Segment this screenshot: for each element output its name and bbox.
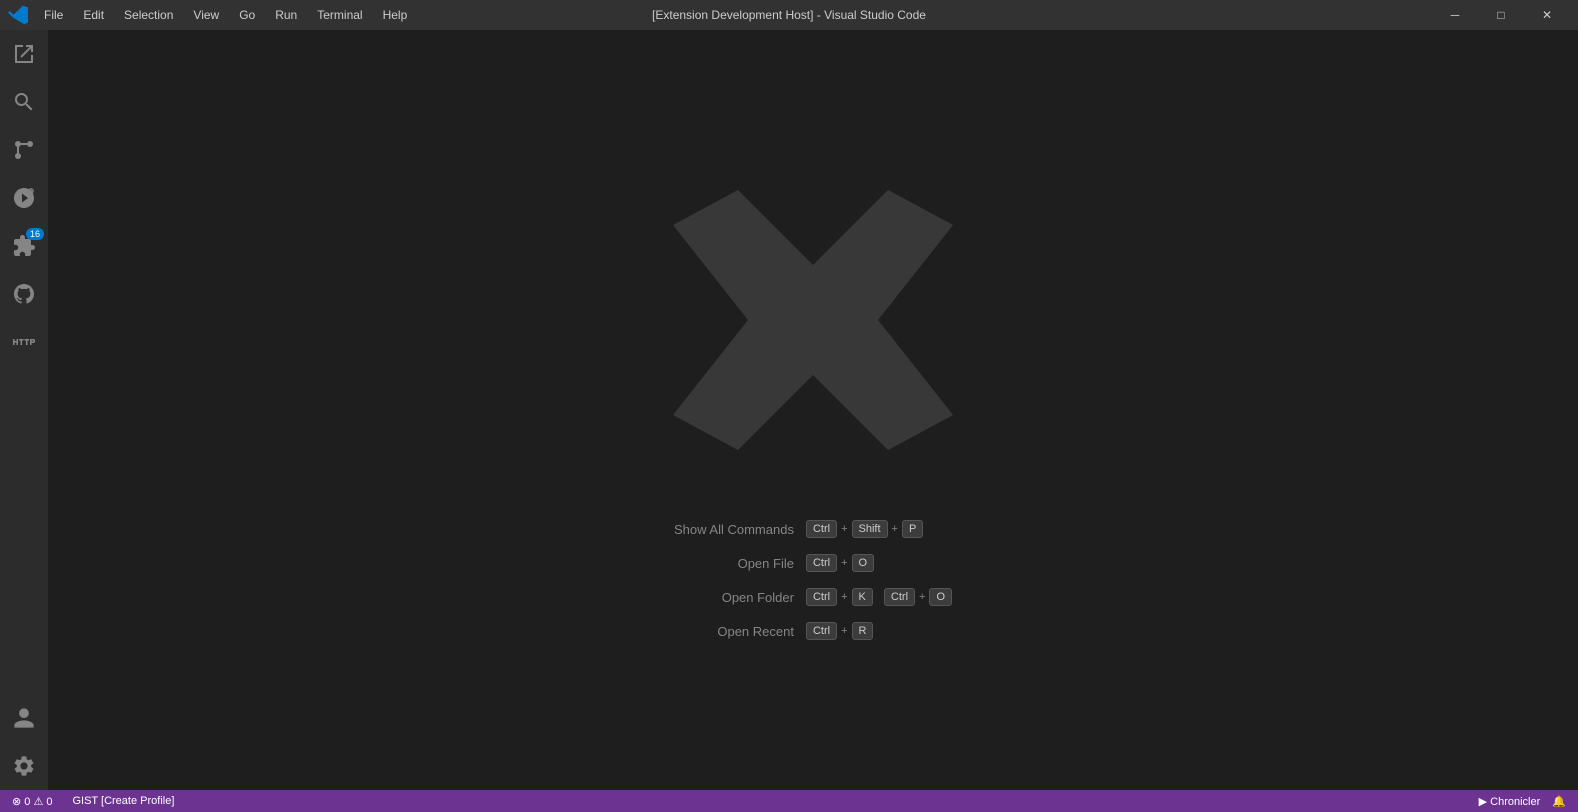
key-ctrl2: Ctrl (884, 588, 915, 606)
statusbar-left: ⊗ 0 ⚠ 0 GIST [Create Profile] (8, 790, 178, 812)
shortcut-keys: Ctrl + O (806, 554, 874, 572)
statusbar-chronicler[interactable]: ▶ Chronicler (1475, 790, 1545, 812)
statusbar-branch[interactable]: GIST [Create Profile] (68, 790, 178, 812)
menu-selection[interactable]: Selection (114, 4, 183, 26)
shortcut-open-file: Open File Ctrl + O (674, 554, 874, 572)
shortcut-label: Open Folder (674, 590, 794, 605)
key-r: R (852, 622, 874, 640)
menu-help[interactable]: Help (373, 4, 418, 26)
extensions-badge: 16 (26, 228, 44, 240)
shortcut-label: Open Recent (674, 624, 794, 639)
key-ctrl: Ctrl (806, 588, 837, 606)
key-p: P (902, 520, 923, 538)
shortcut-open-folder: Open Folder Ctrl + K Ctrl + O (674, 588, 952, 606)
editor-area: Show All Commands Ctrl + Shift + P Open … (48, 30, 1578, 790)
vscode-logo-watermark (663, 180, 963, 460)
menu-view[interactable]: View (183, 4, 229, 26)
statusbar-notifications[interactable]: 🔔 (1548, 790, 1570, 812)
activitybar-github[interactable] (0, 270, 48, 318)
activitybar-search[interactable] (0, 78, 48, 126)
key-ctrl: Ctrl (806, 520, 837, 538)
activitybar-explorer[interactable] (0, 30, 48, 78)
plus-icon: + (841, 523, 847, 535)
statusbar-right: ▶ Chronicler 🔔 (1475, 790, 1570, 812)
plus-icon2: + (892, 523, 898, 535)
menu-go[interactable]: Go (229, 4, 265, 26)
shortcut-show-commands: Show All Commands Ctrl + Shift + P (674, 520, 923, 538)
shortcut-label: Show All Commands (674, 522, 794, 537)
statusbar: ⊗ 0 ⚠ 0 GIST [Create Profile] ▶ Chronicl… (0, 790, 1578, 812)
activitybar-settings[interactable] (0, 742, 48, 790)
activitybar-debug[interactable] (0, 174, 48, 222)
errors-warnings-text: ⊗ 0 ⚠ 0 (12, 795, 52, 808)
shortcut-keys: Ctrl + Shift + P (806, 520, 923, 538)
chronicler-text: ▶ Chronicler (1479, 795, 1541, 808)
maximize-button[interactable]: □ (1478, 0, 1524, 30)
menu-edit[interactable]: Edit (73, 4, 114, 26)
activity-bar: 16 (0, 30, 48, 790)
window-title: [Extension Development Host] - Visual St… (652, 8, 926, 22)
branch-text: GIST [Create Profile] (72, 795, 174, 807)
plus-icon: + (841, 591, 847, 603)
key-k: K (852, 588, 873, 606)
main-area: 16 Sh (0, 30, 1578, 790)
key-o: O (852, 554, 875, 572)
key-o2: O (929, 588, 952, 606)
window-controls: ─ □ ✕ (1432, 0, 1570, 30)
menu-run[interactable]: Run (265, 4, 307, 26)
activitybar-bottom (0, 694, 48, 790)
key-ctrl: Ctrl (806, 554, 837, 572)
activitybar-scm[interactable] (0, 126, 48, 174)
key-ctrl: Ctrl (806, 622, 837, 640)
activitybar-extensions[interactable]: 16 (0, 222, 48, 270)
shortcut-keys: Ctrl + K Ctrl + O (806, 588, 952, 606)
activitybar-remote[interactable] (0, 318, 48, 366)
shortcut-keys: Ctrl + R (806, 622, 874, 640)
plus-icon2: + (919, 591, 925, 603)
plus-icon: + (841, 625, 847, 637)
plus-icon: + (841, 557, 847, 569)
spacer (877, 591, 880, 603)
close-button[interactable]: ✕ (1524, 0, 1570, 30)
minimize-button[interactable]: ─ (1432, 0, 1478, 30)
menu-bar: File Edit Selection View Go Run Terminal… (34, 4, 417, 26)
vscode-icon (8, 5, 28, 25)
menu-file[interactable]: File (34, 4, 73, 26)
shortcut-label: Open File (674, 556, 794, 571)
shortcuts-panel: Show All Commands Ctrl + Shift + P Open … (674, 520, 952, 640)
statusbar-errors[interactable]: ⊗ 0 ⚠ 0 (8, 790, 56, 812)
shortcut-open-recent: Open Recent Ctrl + R (674, 622, 874, 640)
key-shift: Shift (852, 520, 888, 538)
menu-terminal[interactable]: Terminal (307, 4, 372, 26)
activitybar-account[interactable] (0, 694, 48, 742)
titlebar: File Edit Selection View Go Run Terminal… (0, 0, 1578, 30)
bell-icon: 🔔 (1552, 795, 1566, 808)
